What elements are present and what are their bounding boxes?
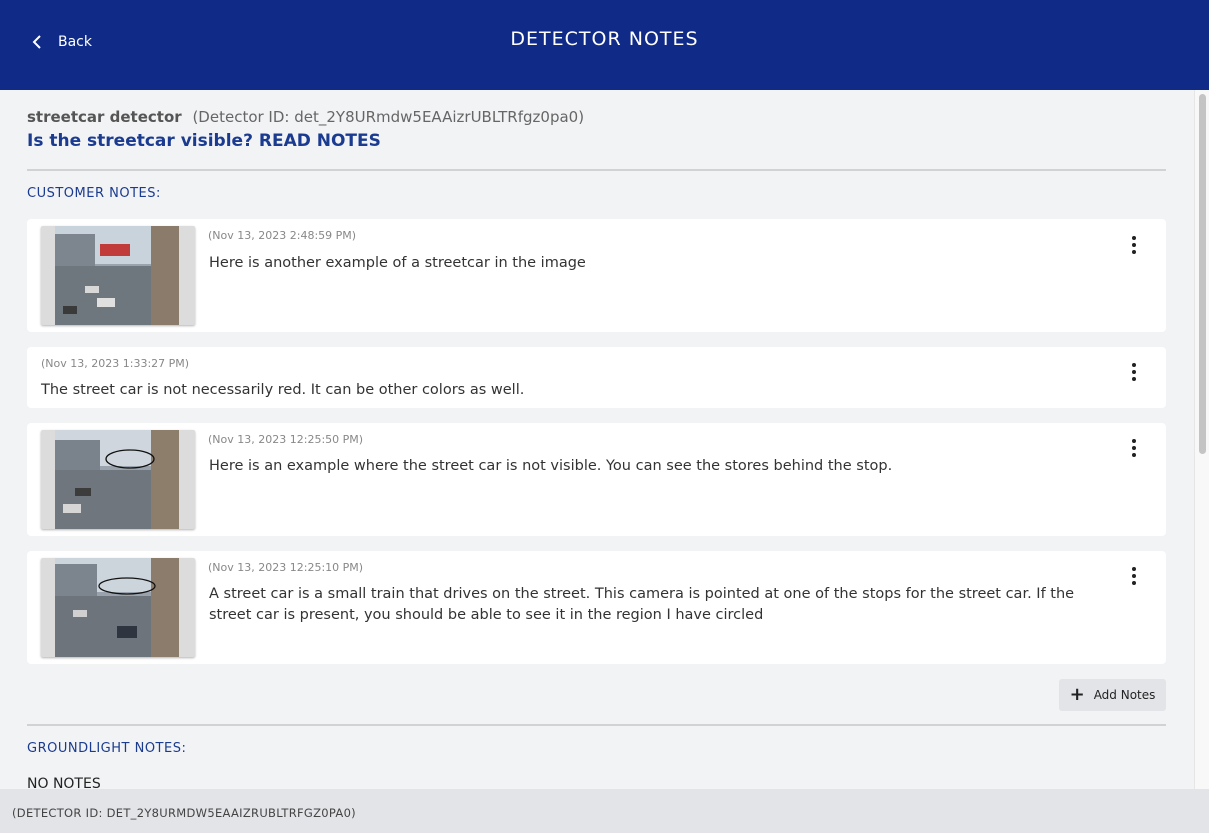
groundlight-notes-label: GROUNDLIGHT NOTES: bbox=[27, 741, 187, 756]
scrollbar-thumb[interactable] bbox=[1199, 94, 1206, 454]
note-timestamp: (Nov 13, 2023 12:25:10 PM) bbox=[208, 561, 364, 574]
more-vertical-icon[interactable] bbox=[1126, 234, 1142, 256]
note-card: (Nov 13, 2023 2:48:59 PM) Here is anothe… bbox=[27, 219, 1166, 332]
more-vertical-icon[interactable] bbox=[1126, 361, 1142, 383]
divider bbox=[27, 169, 1166, 171]
note-card: (Nov 13, 2023 1:33:27 PM) The street car… bbox=[27, 347, 1166, 408]
note-card: (Nov 13, 2023 12:25:50 PM) Here is an ex… bbox=[27, 423, 1166, 536]
note-image[interactable] bbox=[41, 558, 195, 657]
main-content[interactable]: streetcar detector (Detector ID: det_2Y8… bbox=[0, 90, 1194, 789]
note-text: A street car is a small train that drive… bbox=[209, 586, 1075, 623]
plus-icon: + bbox=[1069, 684, 1085, 705]
header-bar: Back DETECTOR NOTES bbox=[0, 0, 1209, 90]
note-timestamp: (Nov 13, 2023 1:33:27 PM) bbox=[41, 357, 190, 370]
add-notes-label: Add Notes bbox=[1093, 688, 1156, 702]
detector-question: Is the streetcar visible? READ NOTES bbox=[27, 131, 381, 151]
footer-bar: (DETECTOR ID: DET_2Y8URMDW5EAAIZRUBLTRFG… bbox=[0, 789, 1209, 833]
note-image[interactable] bbox=[41, 226, 195, 325]
vertical-scrollbar[interactable] bbox=[1194, 90, 1209, 789]
note-text: Here is an example where the street car … bbox=[209, 458, 893, 474]
more-vertical-icon[interactable] bbox=[1126, 437, 1142, 459]
note-timestamp: (Nov 13, 2023 2:48:59 PM) bbox=[208, 229, 357, 242]
divider bbox=[27, 724, 1166, 726]
note-text: Here is another example of a streetcar i… bbox=[209, 255, 586, 271]
note-text: The street car is not necessarily red. I… bbox=[41, 382, 525, 398]
customer-notes-label: CUSTOMER NOTES: bbox=[27, 186, 161, 201]
note-timestamp: (Nov 13, 2023 12:25:50 PM) bbox=[208, 433, 364, 446]
footer-detector-id: (DETECTOR ID: DET_2Y8URMDW5EAAIZRUBLTRFG… bbox=[12, 806, 356, 820]
note-image[interactable] bbox=[41, 430, 195, 529]
detector-heading: streetcar detector (Detector ID: det_2Y8… bbox=[27, 108, 584, 126]
note-card: (Nov 13, 2023 12:25:10 PM) A street car … bbox=[27, 551, 1166, 664]
detector-name: streetcar detector bbox=[27, 108, 182, 126]
add-notes-button[interactable]: + Add Notes bbox=[1059, 679, 1166, 711]
more-vertical-icon[interactable] bbox=[1126, 565, 1142, 587]
detector-id: (Detector ID: det_2Y8URmdw5EAAizrUBLTRfg… bbox=[192, 108, 585, 126]
empty-notes-text: NO NOTES bbox=[27, 776, 101, 789]
page-title: DETECTOR NOTES bbox=[510, 28, 699, 50]
